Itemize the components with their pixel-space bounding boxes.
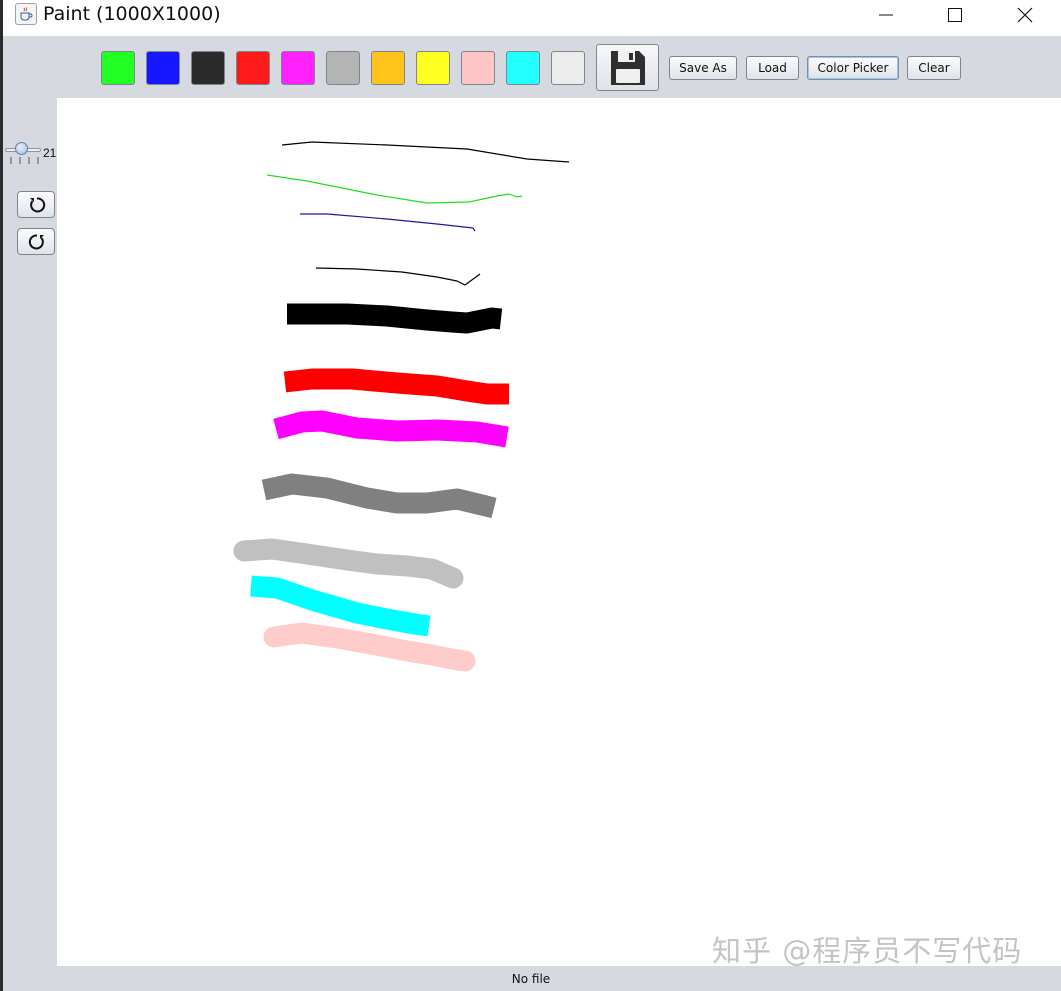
color-swatch-yellow[interactable]: [416, 51, 450, 85]
minimize-icon: [879, 14, 893, 16]
color-swatch-blue[interactable]: [146, 51, 180, 85]
floppy-disk-icon: [611, 51, 645, 85]
undo-button[interactable]: [17, 191, 55, 218]
color-swatch-red[interactable]: [236, 51, 270, 85]
close-button[interactable]: [1002, 0, 1048, 30]
title-bar[interactable]: Paint (1000X1000): [3, 0, 1061, 36]
clear-button[interactable]: Clear: [907, 56, 961, 80]
color-swatch-green[interactable]: [101, 51, 135, 85]
stroke-1: [281, 141, 570, 163]
color-swatch-black[interactable]: [191, 51, 225, 85]
window-title: Paint (1000X1000): [43, 3, 221, 25]
maximize-icon: [948, 8, 962, 22]
status-bar: No file: [3, 966, 1061, 991]
close-icon: [1017, 7, 1033, 23]
stroke-9: [233, 538, 464, 589]
slider-ticks: [10, 157, 39, 164]
status-text: No file: [511, 972, 551, 986]
side-panel: 21: [3, 98, 57, 966]
stroke-6: [283, 368, 509, 405]
stroke-8: [261, 473, 497, 519]
color-swatch-cyan[interactable]: [506, 51, 540, 85]
stroke-11: [263, 622, 476, 672]
save-as-button[interactable]: Save As: [669, 56, 737, 80]
stroke-4: [315, 267, 481, 286]
drawing-canvas[interactable]: 知乎 @程序员不写代码: [57, 98, 1061, 968]
toolbar: Save As Load Color Picker Clear: [3, 36, 1061, 98]
canvas-drawing: [233, 141, 570, 672]
color-swatch-orange[interactable]: [371, 51, 405, 85]
color-swatch-white[interactable]: [551, 51, 585, 85]
stroke-3: [300, 213, 476, 232]
undo-icon: [30, 197, 46, 213]
minimize-button[interactable]: [863, 0, 909, 30]
color-swatch-magenta[interactable]: [281, 51, 315, 85]
color-swatch-gray[interactable]: [326, 51, 360, 85]
save-button[interactable]: [596, 44, 659, 91]
redo-button[interactable]: [17, 228, 55, 255]
maximize-button[interactable]: [932, 0, 978, 30]
stroke-5: [287, 303, 503, 334]
stroke-2: [266, 174, 523, 204]
color-picker-button[interactable]: Color Picker: [807, 56, 899, 80]
load-button[interactable]: Load: [746, 56, 799, 80]
redo-icon: [28, 234, 44, 250]
color-swatch-pink[interactable]: [461, 51, 495, 85]
brush-size-value: 21: [43, 146, 57, 160]
brush-size-slider-thumb[interactable]: [15, 142, 28, 155]
stroke-10: [250, 575, 431, 637]
stroke-7: [273, 410, 509, 448]
java-coffee-cup-icon: [15, 3, 37, 25]
watermark-text: 知乎 @程序员不写代码: [712, 934, 1023, 968]
